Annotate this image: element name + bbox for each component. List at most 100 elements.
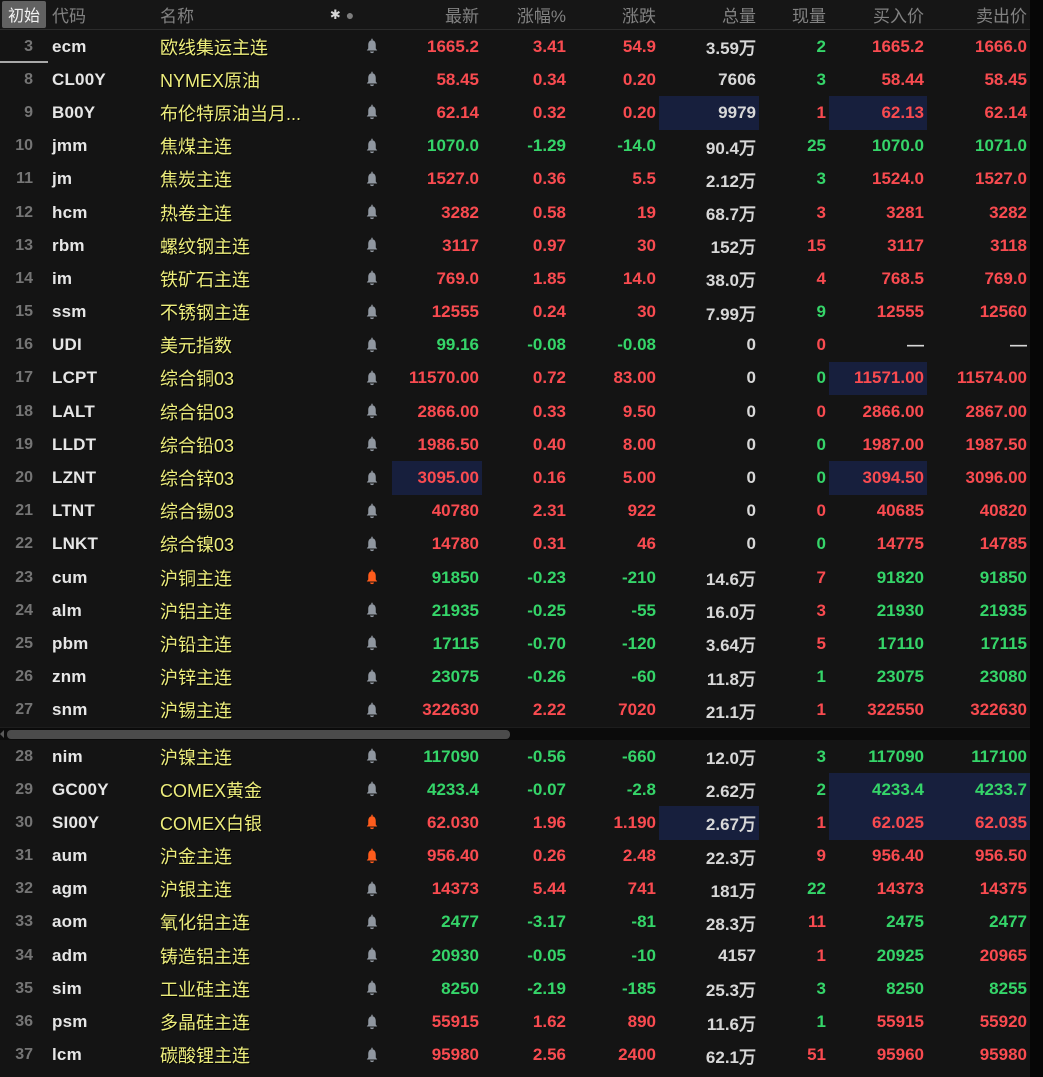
change-percent: -0.05 [527, 945, 566, 965]
table-row[interactable]: 33 aom 氧化铝主连 2477 -3.17 -81 28.3万 11 247… [0, 906, 1030, 939]
alert-bell-icon[interactable] [352, 906, 392, 939]
horizontal-scrollbar[interactable] [0, 726, 1030, 740]
alert-bell-icon[interactable] [352, 428, 392, 461]
instrument-name: 不锈钢主连 [160, 303, 250, 324]
instrument-name: 美元指数 [160, 336, 232, 357]
row-number: 25 [15, 634, 33, 652]
alert-bell-icon[interactable] [352, 196, 392, 229]
table-row[interactable]: 35 sim 工业硅主连 8250 -2.19 -185 25.3万 3 825… [0, 972, 1030, 1005]
bid-price: 3094.50 [829, 461, 927, 495]
alert-bell-icon[interactable] [352, 96, 392, 129]
ask-price: 12560 [979, 302, 1027, 322]
instrument-code: LTNT [52, 501, 95, 521]
table-row[interactable]: 13 rbm 螺纹钢主连 3117 0.97 30 152万 15 3117 3… [0, 229, 1030, 262]
alert-bell-icon[interactable] [352, 329, 392, 362]
table-row[interactable]: 36 psm 多晶硅主连 55915 1.62 890 11.6万 1 5591… [0, 1005, 1030, 1038]
table-row[interactable]: 23 cum 沪铜主连 91850 -0.23 -210 14.6万 7 918… [0, 561, 1030, 594]
alert-bell-icon[interactable] [352, 130, 392, 163]
alert-bell-icon[interactable] [352, 262, 392, 295]
column-header-markers[interactable]: ✱ ● [322, 8, 362, 22]
alert-bell-icon[interactable] [352, 939, 392, 972]
alert-bell-icon[interactable] [352, 627, 392, 660]
column-header-chg[interactable]: 涨跌 [569, 2, 659, 27]
column-header-ask[interactable]: 卖出价 [927, 2, 1030, 27]
total-volume: 2.67万 [659, 806, 759, 840]
instrument-name: 碳酸锂主连 [160, 1046, 250, 1067]
column-header-latest[interactable]: 最新 [392, 2, 482, 27]
alert-bell-icon[interactable] [352, 694, 392, 727]
table-row[interactable]: 14 im 铁矿石主连 769.0 1.85 14.0 38.0万 4 768.… [0, 262, 1030, 295]
table-row[interactable]: 9 B00Y 布伦特原油当月... 62.14 0.32 0.20 9979 1… [0, 96, 1030, 130]
row-number: 30 [15, 813, 33, 831]
column-header-pct[interactable]: 涨幅% [482, 2, 569, 27]
latest-price: 1527.0 [427, 169, 479, 189]
alert-bell-icon[interactable] [352, 740, 392, 773]
alert-bell-icon[interactable] [352, 561, 392, 594]
current-volume: 3 [816, 69, 826, 89]
alert-bell-icon[interactable] [352, 229, 392, 262]
table-row[interactable]: 19 LLDT 综合铅03 1986.50 0.40 8.00 0 0 1987… [0, 428, 1030, 461]
table-row[interactable]: 29 GC00Y COMEX黄金 4233.4 -0.07 -2.8 2.62万… [0, 773, 1030, 807]
table-row[interactable]: 3 ecm 欧线集运主连 1665.2 3.41 54.9 3.59万 2 16… [0, 30, 1030, 64]
initial-sort-button[interactable]: 初始 [0, 1, 47, 28]
scroll-left-arrow-icon[interactable] [0, 729, 4, 738]
table-row[interactable]: 21 LTNT 综合锡03 40780 2.31 922 0 0 40685 4… [0, 495, 1030, 528]
alert-bell-icon[interactable] [352, 395, 392, 428]
alert-bell-icon[interactable] [352, 362, 392, 395]
table-row[interactable]: 25 pbm 沪铅主连 17115 -0.70 -120 3.64万 5 171… [0, 627, 1030, 660]
table-row[interactable]: 24 alm 沪铝主连 21935 -0.25 -55 16.0万 3 2193… [0, 594, 1030, 627]
alert-bell-icon[interactable] [352, 873, 392, 906]
table-row[interactable]: 37 lcm 碳酸锂主连 95980 2.56 2400 62.1万 51 95… [0, 1039, 1030, 1072]
ask-price: 3282 [989, 202, 1027, 222]
table-row[interactable]: 30 SI00Y COMEX白银 62.030 1.96 1.190 2.67万… [0, 806, 1030, 840]
alert-bell-icon[interactable] [352, 461, 392, 494]
table-row[interactable]: 12 hcm 热卷主连 3282 0.58 19 68.7万 3 3281 32… [0, 196, 1030, 229]
alert-bell-icon[interactable] [352, 63, 392, 96]
table-row[interactable]: 11 jm 焦炭主连 1527.0 0.36 5.5 2.12万 3 1524.… [0, 163, 1030, 196]
table-row[interactable]: 16 UDI 美元指数 99.16 -0.08 -0.08 0 0 — — [0, 329, 1030, 362]
instrument-name: 沪锌主连 [160, 668, 232, 689]
latest-price: 21935 [431, 600, 479, 620]
table-row[interactable]: 28 nim 沪镍主连 117090 -0.56 -660 12.0万 3 11… [0, 740, 1030, 773]
change-percent: 0.34 [532, 69, 566, 89]
alert-bell-icon[interactable] [352, 594, 392, 627]
column-header-vol[interactable]: 总量 [659, 2, 759, 27]
row-number: 21 [15, 502, 33, 520]
table-row[interactable]: 27 snm 沪锡主连 322630 2.22 7020 21.1万 1 322… [0, 694, 1030, 727]
instrument-code: UDI [52, 335, 82, 355]
table-row[interactable]: 17 LCPT 综合铜03 11570.00 0.72 83.00 0 0 11… [0, 361, 1030, 396]
current-volume: 7 [816, 567, 826, 587]
table-row[interactable]: 8 CL00Y NYMEX原油 58.45 0.34 0.20 7606 3 5… [0, 63, 1030, 96]
column-header-code[interactable]: 代码 [40, 2, 160, 27]
table-row[interactable]: 32 agm 沪银主连 14373 5.44 741 181万 22 14373… [0, 873, 1030, 906]
alert-bell-icon[interactable] [352, 495, 392, 528]
alert-bell-icon[interactable] [352, 528, 392, 561]
alert-bell-icon[interactable] [352, 773, 392, 806]
alert-bell-icon[interactable] [352, 163, 392, 196]
column-header-bid[interactable]: 买入价 [829, 2, 927, 27]
latest-price: 2866.00 [417, 401, 479, 421]
alert-bell-icon[interactable] [352, 296, 392, 329]
alert-bell-icon[interactable] [352, 1005, 392, 1038]
instrument-name: 沪银主连 [160, 880, 232, 901]
table-row[interactable]: 18 LALT 综合铝03 2866.00 0.33 9.50 0 0 2866… [0, 395, 1030, 428]
alert-bell-icon[interactable] [352, 30, 392, 63]
table-row[interactable]: 31 aum 沪金主连 956.40 0.26 2.48 22.3万 9 956… [0, 840, 1030, 873]
column-header-cur[interactable]: 现量 [759, 2, 829, 27]
table-row[interactable]: 10 jmm 焦煤主连 1070.0 -1.29 -14.0 90.4万 25 … [0, 130, 1030, 163]
alert-bell-icon[interactable] [352, 1039, 392, 1072]
bid-price: 62.025 [829, 806, 927, 840]
table-row[interactable]: 26 znm 沪锌主连 23075 -0.26 -60 11.8万 1 2307… [0, 661, 1030, 694]
instrument-code: rbm [52, 235, 85, 255]
alert-bell-icon[interactable] [352, 840, 392, 873]
table-row[interactable]: 20 LZNT 综合锌03 3095.00 0.16 5.00 0 0 3094… [0, 461, 1030, 495]
alert-bell-icon[interactable] [352, 972, 392, 1005]
alert-bell-icon[interactable] [352, 661, 392, 694]
alert-bell-icon[interactable] [352, 806, 392, 839]
table-row[interactable]: 34 adm 铸造铝主连 20930 -0.05 -10 4157 1 2092… [0, 939, 1030, 972]
table-row[interactable]: 22 LNKT 综合镍03 14780 0.31 46 0 0 14775 14… [0, 528, 1030, 561]
horizontal-scrollbar-thumb[interactable] [7, 729, 510, 739]
table-row[interactable]: 15 ssm 不锈钢主连 12555 0.24 30 7.99万 9 12555… [0, 296, 1030, 329]
instrument-code: hcm [52, 202, 88, 222]
latest-price: 769.0 [436, 268, 479, 288]
